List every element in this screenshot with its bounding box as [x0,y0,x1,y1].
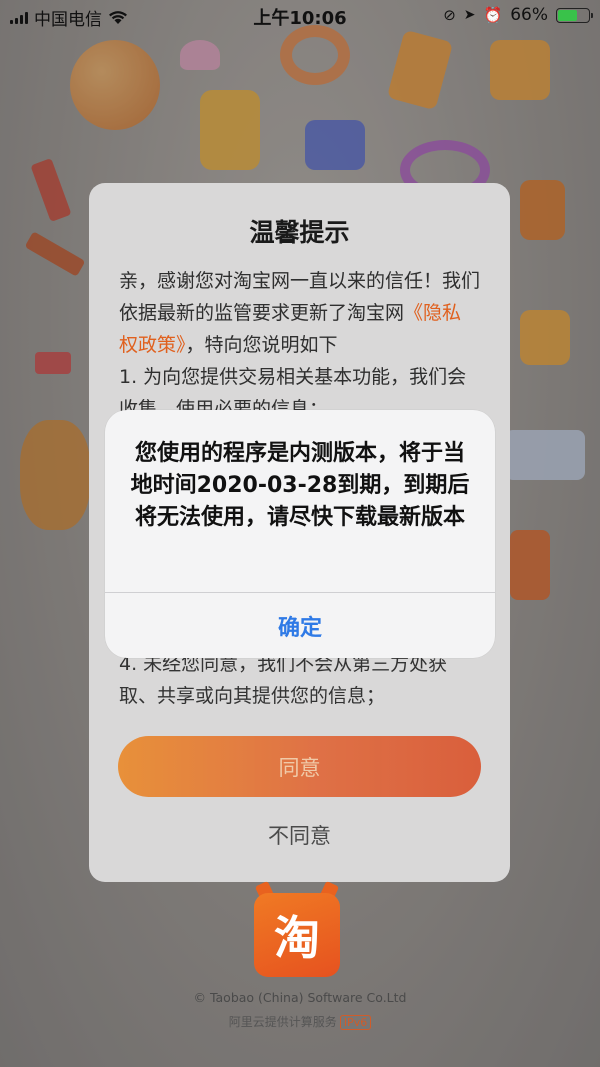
alarm-icon: ⏰ [483,6,503,24]
privacy-title: 温馨提示 [249,218,350,247]
privacy-body: 亲，感谢您对淘宝网一直以来的信任！我们依据最新的监管要求更新了淘宝网《隐私权政策… [119,265,480,425]
cloud-service-text: 阿里云提供计算服务 IPv6 [0,1013,600,1030]
confirm-button[interactable]: 确定 [105,593,495,658]
taobao-logo: 淘 [254,893,340,977]
ipv6-badge: IPv6 [339,1015,372,1030]
beta-expiry-alert: 您使用的程序是内测版本，将于当地时间2020-03-28到期，到期后将无法使用，… [105,410,495,658]
privacy-intro-tail: ，特向您说明如下 [185,334,338,356]
battery-icon [556,7,593,23]
status-bar: 中国电信 上午10:06 ⊘ ➤ ⏰ 66% [0,0,600,30]
orientation-lock-icon: ⊘ [443,6,456,24]
battery-fill [558,9,578,21]
battery-percent: 66% [510,5,548,25]
cloud-text: 阿里云提供计算服务 [228,1015,337,1029]
disagree-button[interactable]: 不同意 [89,820,510,850]
copyright-text: © Taobao (China) Software Co.Ltd [193,990,407,1005]
location-icon: ➤ [463,7,476,23]
alert-message: 您使用的程序是内测版本，将于当地时间2020-03-28到期，到期后将无法使用，… [130,441,470,530]
agree-button[interactable]: 同意 [118,736,481,797]
